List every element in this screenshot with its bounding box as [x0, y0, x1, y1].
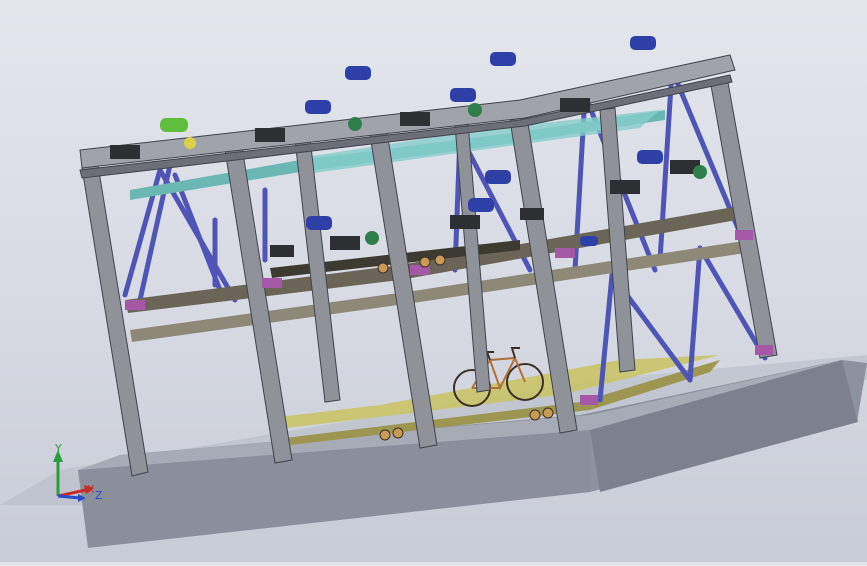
z-axis-label: Z [95, 489, 103, 502]
triad-axes: Y X Z [53, 442, 103, 502]
x-axis-label: X [87, 483, 95, 496]
coordinate-triad: Y X Z [40, 438, 110, 508]
z-axis-arrow [57, 494, 81, 500]
y-axis-label: Y [54, 442, 62, 455]
model-render[interactable] [0, 0, 867, 562]
cad-viewport[interactable]: Y X Z [0, 0, 867, 562]
